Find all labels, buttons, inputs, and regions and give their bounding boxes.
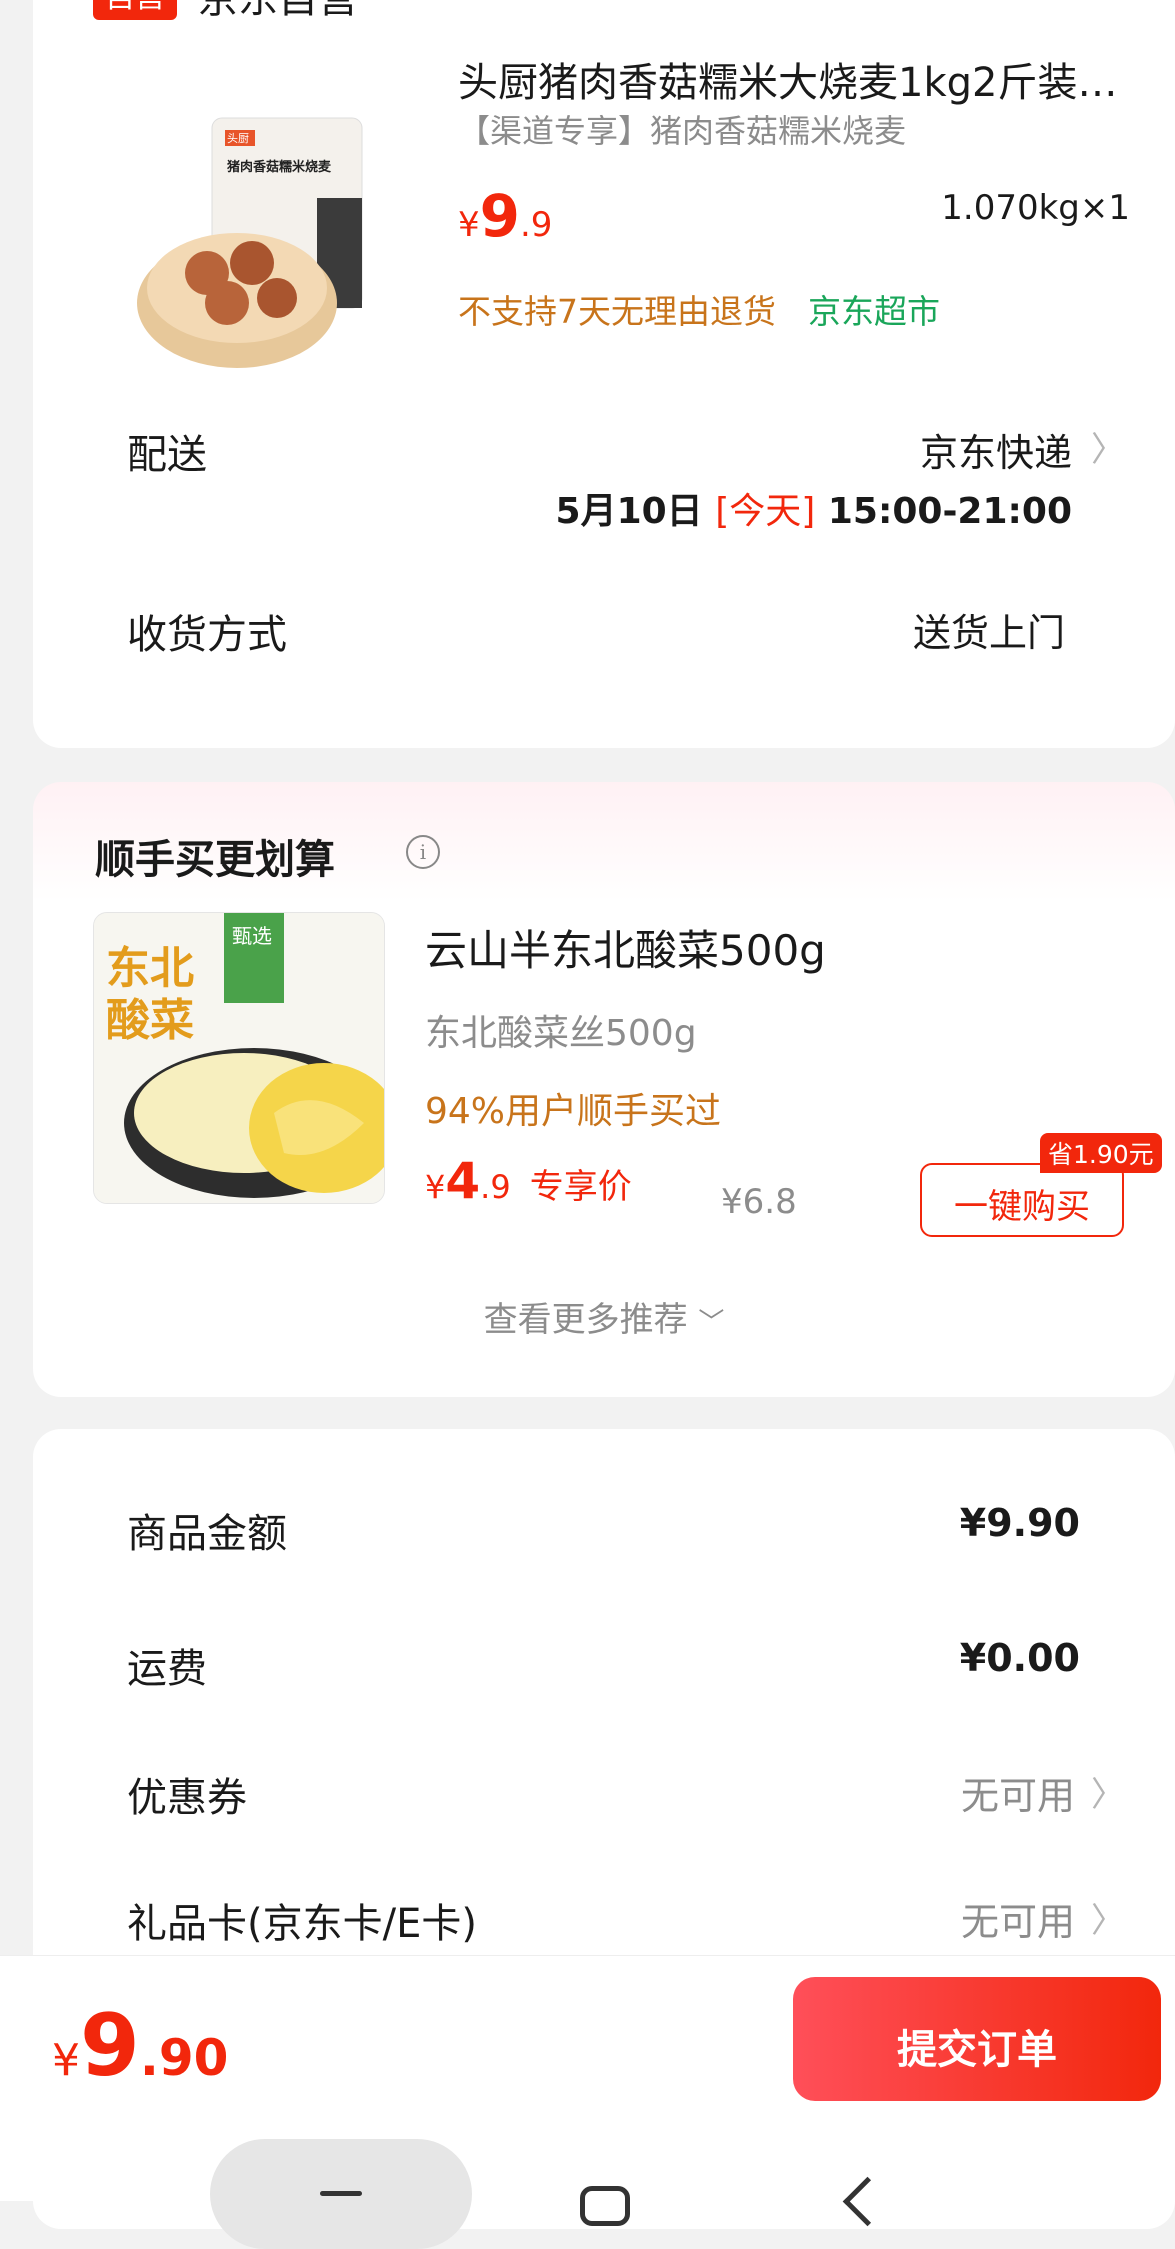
store-name[interactable]: 京东自营 [198, 0, 358, 24]
receive-label: 收货方式 [127, 612, 287, 658]
price-dec: .9 [520, 205, 553, 245]
total-dec: .90 [139, 2029, 229, 2087]
buy-now-button[interactable]: 一键购买 [920, 1163, 1124, 1237]
items-amount-value: ¥9.90 [959, 1501, 1080, 1545]
menu-icon [320, 2191, 362, 2196]
coupon-value[interactable]: 无可用 [961, 1765, 1075, 1820]
delivery-carrier[interactable]: 京东快递 [920, 422, 1072, 477]
price-tag: 专享价 [529, 1167, 632, 1207]
delivery-today: [今天] [715, 491, 816, 532]
recommend-image-title: 东北酸菜 [106, 943, 194, 1046]
price-int: 4 [445, 1152, 481, 1210]
price-dec: .9 [480, 1168, 511, 1206]
giftcard-label: 礼品卡(京东卡/E卡) [127, 1901, 477, 1947]
recommend-item-image[interactable]: 东北酸菜 甄选 [93, 912, 385, 1204]
chevron-down-icon: ﹀ [698, 1308, 725, 1338]
product-price: ¥9.9 [458, 182, 552, 250]
delivery-time[interactable]: 5月10日 [今天] 15:00-21:00 [556, 482, 1072, 534]
recommend-item-name[interactable]: 云山半东北酸菜500g [425, 917, 826, 978]
receive-value[interactable]: 送货上门 [913, 602, 1065, 657]
product-title[interactable]: 头厨猪肉香菇糯米大烧麦1kg2斤装… [458, 50, 1117, 108]
recommend-popularity: 94%用户顺手买过 [425, 1091, 722, 1132]
chevron-right-icon: 〉 [1091, 1775, 1125, 1815]
recommend-card: 顺手买更划算 i 东北酸菜 甄选 云山半东北酸菜500g 东北酸菜丝500g 9… [33, 782, 1175, 1397]
more-recommend-link[interactable]: 查看更多推荐 ﹀ [33, 1292, 1175, 1341]
recommend-price: ¥4.9 专享价 [425, 1152, 632, 1210]
recommend-item-spec: 东北酸菜丝500g [425, 1013, 697, 1054]
chevron-right-icon: 〉 [1091, 430, 1125, 470]
order-item-card: 自营 京东自营 头厨 猪肉香菇糯米烧麦 头厨猪肉香菇糯米大烧麦1kg2斤装… 【… [33, 0, 1175, 748]
more-recommend-label: 查看更多推荐 [483, 1300, 688, 1340]
chevron-right-icon: 〉 [1091, 1901, 1125, 1941]
return-policy: 不支持7天无理由退货 [458, 292, 776, 331]
buy-now-label: 一键购买 [954, 1187, 1090, 1227]
original-price: ¥6.8 [721, 1182, 797, 1222]
price-symbol: ¥ [458, 205, 480, 245]
delivery-label: 配送 [127, 432, 207, 478]
recommend-image-tag: 甄选 [232, 924, 272, 948]
shipping-label: 运费 [127, 1646, 207, 1692]
giftcard-value[interactable]: 无可用 [961, 1891, 1075, 1946]
items-amount-label: 商品金额 [127, 1511, 287, 1557]
price-int: 9 [479, 182, 520, 250]
price-symbol: ¥ [425, 1168, 446, 1206]
submit-order-label: 提交订单 [897, 2027, 1057, 2073]
product-subtitle: 【渠道专享】猪肉香菇糯米烧麦 [458, 112, 907, 150]
recommend-title: 顺手买更划算 [95, 837, 335, 883]
save-badge: 省1.90元 [1040, 1133, 1162, 1173]
product-image[interactable]: 头厨 猪肉香菇糯米烧麦 [127, 108, 427, 408]
total-symbol: ¥ [52, 2035, 80, 2086]
shipping-value: ¥0.00 [959, 1636, 1080, 1680]
nav-home-button[interactable] [580, 2186, 630, 2226]
delivery-window: 15:00-21:00 [827, 491, 1072, 532]
delivery-date: 5月10日 [555, 491, 703, 532]
bottom-bar: ¥9.90 提交订单 [0, 1955, 1175, 2249]
nav-menu-button[interactable] [210, 2139, 472, 2249]
total-int: 9 [80, 1996, 140, 2096]
submit-order-button[interactable]: 提交订单 [793, 1977, 1161, 2101]
store-badge: 自营 [93, 0, 177, 20]
total-price: ¥9.90 [52, 1996, 228, 2096]
product-weight-qty: 1.070kg×1 [941, 188, 1130, 228]
coupon-label: 优惠券 [127, 1775, 247, 1821]
product-image-text: 猪肉香菇糯米烧麦 [227, 160, 332, 175]
channel-label: 京东超市 [808, 292, 940, 331]
info-icon[interactable]: i [406, 835, 440, 869]
product-image-brand: 头厨 [227, 132, 249, 145]
